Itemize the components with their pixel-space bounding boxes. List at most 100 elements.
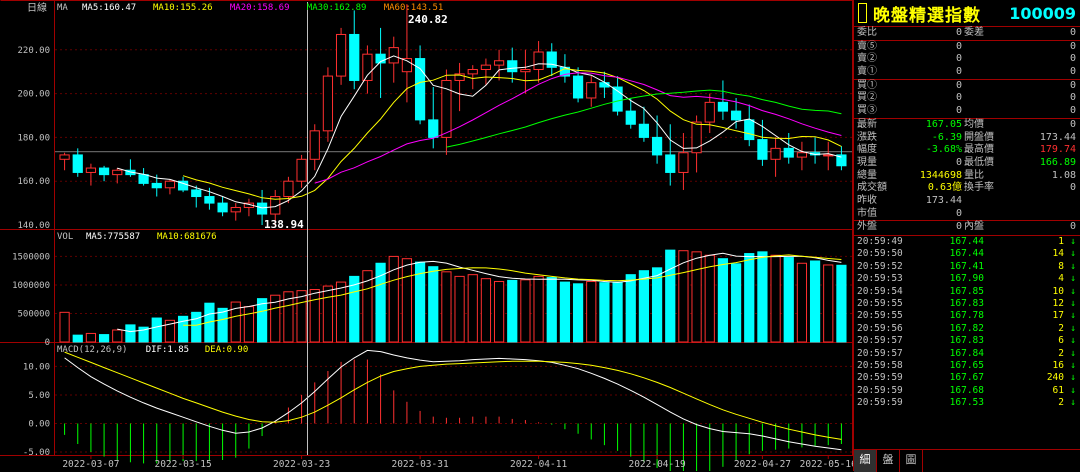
quote-value-2: 0 bbox=[1069, 79, 1076, 91]
tick-volume: 14 bbox=[1052, 248, 1064, 260]
tick-time: 20:59:49 bbox=[857, 236, 903, 247]
volume-bar bbox=[823, 264, 834, 343]
down-arrow-icon: ↓ bbox=[1070, 322, 1076, 334]
quote-value: 167.05 bbox=[925, 118, 962, 130]
volume-bar bbox=[72, 334, 83, 343]
tick-time: 20:59:59 bbox=[857, 384, 903, 396]
tick-row: 20:59:50 167.44 14 ↓ bbox=[854, 248, 1080, 260]
quote-value-2: 0 bbox=[1069, 118, 1076, 130]
quote-value-2: 0 bbox=[1069, 53, 1076, 65]
volume-bar bbox=[836, 264, 847, 343]
down-arrow-icon: ↓ bbox=[1070, 359, 1076, 371]
tick-row: 20:59:59 167.53 2 ↓ bbox=[854, 397, 1080, 409]
tick-time: 20:59:53 bbox=[857, 273, 903, 285]
volume-bar bbox=[375, 262, 386, 343]
tick-price: 167.53 bbox=[949, 397, 984, 409]
candle bbox=[322, 67, 334, 142]
candle bbox=[59, 152, 70, 171]
panel-tabs: 細 盤 圖 bbox=[854, 449, 1080, 472]
chart-frame bbox=[0, 0, 853, 456]
tick-list[interactable]: 20:59:49 167.44 1 ↓ 20:59:50 167.44 14 ↓ 20:59:5… bbox=[854, 235, 1080, 409]
ma-label: MA bbox=[57, 3, 68, 13]
candle bbox=[665, 124, 676, 186]
candle bbox=[796, 141, 808, 171]
candle bbox=[138, 168, 149, 186]
quote-label-2: 量比 bbox=[964, 169, 984, 181]
candle-series bbox=[59, 4, 847, 228]
quote-value-2: 0 bbox=[1069, 66, 1076, 78]
volume-bar bbox=[546, 277, 557, 343]
grid-lines bbox=[55, 49, 852, 453]
legend-item: MA30:162.89 bbox=[307, 3, 367, 13]
tick-price: 167.65 bbox=[949, 359, 984, 371]
volume-axis: 1500000 1000000 500000 0 bbox=[12, 252, 50, 348]
quote-value: -3.68% bbox=[925, 144, 962, 156]
volume-bar bbox=[586, 281, 597, 343]
date-tick-label: 2022-04-19 bbox=[628, 459, 685, 470]
volume-bar bbox=[730, 263, 742, 343]
volume-bar bbox=[217, 307, 228, 343]
volume-bar bbox=[322, 285, 334, 343]
volume-bar bbox=[507, 279, 518, 343]
candle bbox=[770, 137, 781, 177]
tick-volume: 8 bbox=[1058, 260, 1064, 272]
quote-row: 賣⑤ 0 0 bbox=[854, 39, 1080, 54]
date-axis: 2022-03-07 2022-03-15 2022-03-23 2022-03-31… bbox=[62, 455, 853, 470]
tick-price: 167.67 bbox=[949, 372, 984, 384]
quote-value: 0 bbox=[955, 221, 962, 233]
date-tick-label: 2022-04-27 bbox=[734, 459, 791, 470]
axis-tick-label: 200.00 bbox=[17, 90, 50, 100]
date-tick-label: 2022-05-16 bbox=[800, 459, 853, 470]
legend-item: MA10:681676 bbox=[157, 232, 217, 242]
volume-bar bbox=[757, 251, 768, 343]
tick-row: 20:59:58 167.65 16 ↓ bbox=[854, 360, 1080, 372]
macd-axis: 10.00 5.00 0.00 -5.00 bbox=[23, 362, 50, 458]
axis-tick-label: 220.00 bbox=[17, 46, 50, 56]
quote-row: 買① 0 0 bbox=[854, 78, 1080, 93]
volume-bar bbox=[717, 258, 729, 343]
tick-volume: 2 bbox=[1058, 322, 1064, 334]
kline-chart[interactable]: 日線 MA MA5:160.47 MA10:155.26 MA20:158.69 MA… bbox=[0, 0, 853, 471]
volume-bar bbox=[559, 281, 571, 343]
axis-tick-label: 5.00 bbox=[28, 391, 50, 401]
quote-label: 市值 bbox=[857, 207, 877, 219]
quote-label: 漲跌 bbox=[857, 131, 877, 143]
tab-chart[interactable]: 圖 bbox=[900, 450, 923, 472]
volume-bar bbox=[665, 249, 676, 343]
quote-value: 0 bbox=[955, 79, 962, 91]
tick-row: 20:59:54 167.85 10 ↓ bbox=[854, 286, 1080, 298]
period-label: 日線 bbox=[27, 1, 47, 14]
macd-series bbox=[64, 349, 842, 471]
quote-row: 外盤 0 內盤 0 bbox=[854, 220, 1080, 234]
quote-row: 賣② 0 0 bbox=[854, 53, 1080, 66]
quote-label: 委比 bbox=[857, 27, 877, 38]
candle bbox=[72, 148, 83, 177]
date-tick-label: 2022-03-31 bbox=[391, 459, 448, 470]
tab-detail[interactable]: 細 bbox=[854, 450, 877, 472]
candle bbox=[520, 49, 531, 94]
date-tick-label: 2022-04-11 bbox=[510, 459, 567, 470]
quote-label: 賣⑤ bbox=[857, 40, 877, 52]
quote-value-2: 0 bbox=[1069, 92, 1076, 104]
price-axis: 220.00 200.00 180.00 160.00 140.00 bbox=[17, 46, 50, 231]
quote-value: 0 bbox=[955, 156, 962, 168]
quote-label-2: 內盤 bbox=[964, 221, 984, 233]
quote-value-2: 1.08 bbox=[1051, 169, 1076, 181]
candle bbox=[441, 69, 452, 155]
down-arrow-icon: ↓ bbox=[1070, 310, 1076, 322]
quote-label: 昨收 bbox=[857, 194, 877, 206]
tick-time: 20:59:54 bbox=[857, 285, 903, 297]
volume-bar bbox=[691, 251, 702, 343]
volume-bar bbox=[151, 317, 162, 343]
tick-price: 167.68 bbox=[949, 384, 984, 396]
quote-value-2: 0 bbox=[1069, 182, 1076, 194]
tick-price: 167.82 bbox=[949, 322, 984, 334]
quote-label-2: 委差 bbox=[964, 27, 984, 38]
tick-volume: 61 bbox=[1052, 384, 1064, 396]
tick-volume: 10 bbox=[1052, 285, 1064, 297]
quote-row: 成交額 0.63億 換手率 0 bbox=[854, 182, 1080, 195]
tick-price: 167.44 bbox=[949, 236, 984, 247]
tab-order-book[interactable]: 盤 bbox=[877, 450, 900, 472]
quote-value: 0 bbox=[955, 53, 962, 65]
tick-price: 167.78 bbox=[949, 310, 984, 322]
